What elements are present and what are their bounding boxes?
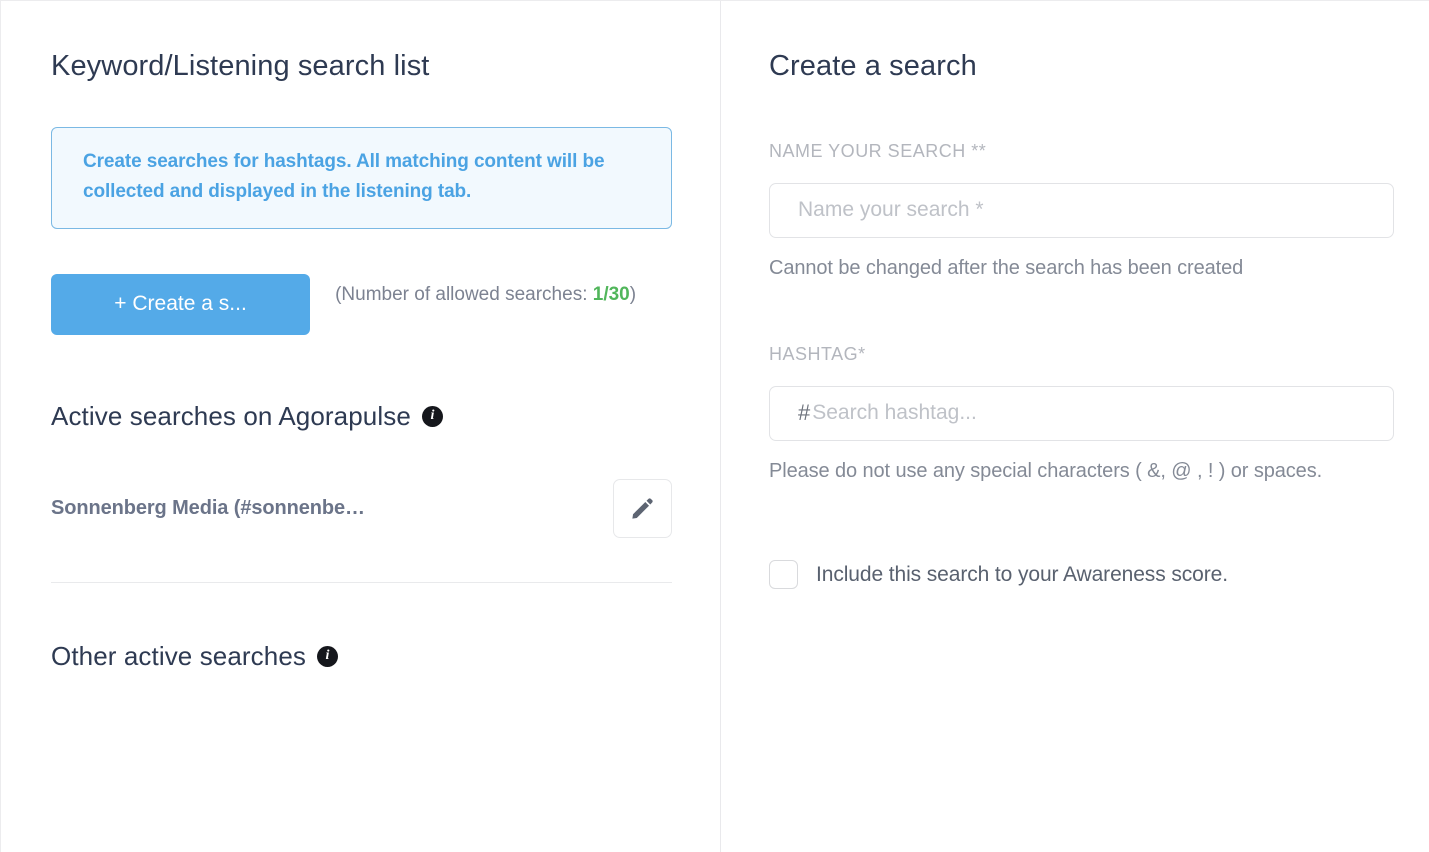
create-search-button[interactable]: + Create a s... [51,273,311,335]
info-icon[interactable]: i [421,405,443,427]
active-searches-heading: Active searches on Agorapulse i [51,401,670,432]
hashtag-field-helper: Please do not use any special characters… [769,459,1323,482]
active-searches-title: Active searches on Agorapulse [51,400,411,431]
hashtag-field-label: HASHTAG* [769,343,866,364]
search-item-label: Sonnenberg Media (#sonnenbe… [51,496,365,519]
name-field-label: NAME YOUR SEARCH ** [769,140,987,161]
form-title: Create a search [769,50,977,82]
search-list-item[interactable]: Sonnenberg Media (#sonnenbe… [51,478,672,538]
pencil-icon [632,498,653,519]
info-icon[interactable]: i [317,645,338,667]
create-search-form-panel: Create a search NAME YOUR SEARCH ** Cann… [721,1,1429,852]
search-list-panel: Keyword/Listening search list Create sea… [1,1,721,852]
other-searches-heading: Other active searches i [51,641,670,672]
hashtag-input-wrapper[interactable]: # [769,385,1394,441]
edit-search-button[interactable] [613,478,672,538]
awareness-score-label: Include this search to your Awareness sc… [816,562,1228,586]
awareness-score-row[interactable]: Include this search to your Awareness sc… [769,560,1394,590]
awareness-score-checkbox[interactable] [769,560,798,590]
allowed-searches-count: 1/30 [592,283,630,305]
allowed-searches-note: (Number of allowed searches: 1/30) [335,274,670,310]
info-callout: Create searches for hashtags. All matchi… [51,126,672,229]
page-title: Keyword/Listening search list [51,50,430,82]
info-callout-text: Create searches for hashtags. All matchi… [83,150,605,202]
name-field-helper: Cannot be changed after the search has b… [769,256,1244,279]
hash-icon: # [798,400,811,426]
allowed-searches-suffix: ) [629,283,637,305]
create-search-page: Keyword/Listening search list Create sea… [0,0,1429,852]
hashtag-input[interactable] [812,401,1371,426]
create-search-row: + Create a s... (Number of allowed searc… [51,273,670,335]
other-searches-title: Other active searches [51,640,306,671]
allowed-searches-prefix: (Number of allowed searches: [335,283,593,305]
search-name-input[interactable] [769,182,1394,238]
list-divider [51,581,672,583]
